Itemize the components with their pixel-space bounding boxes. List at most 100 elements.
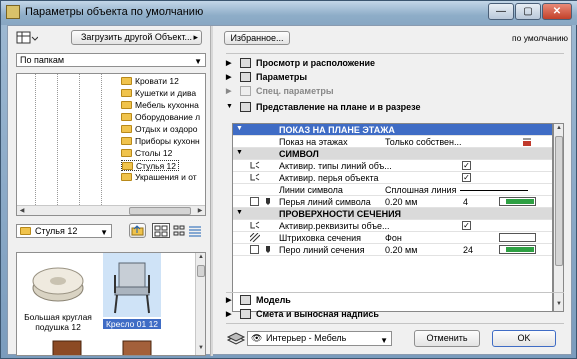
dialog-body: Загрузить другой Объект... ▸ По папкам ▼… <box>7 25 572 356</box>
row-value[interactable]: Фон <box>385 233 402 243</box>
row-checkbox[interactable] <box>250 197 259 206</box>
link-icon <box>250 173 260 182</box>
tree-item[interactable]: Приборы кухонн <box>121 136 200 147</box>
scroll-thumb[interactable] <box>129 207 191 215</box>
current-folder-select[interactable]: Стулья 12 ▼ <box>16 224 112 238</box>
chair-thumbnail[interactable] <box>47 339 87 355</box>
object-caption-selected[interactable]: Кресло 01 12 <box>103 319 161 329</box>
pen-icon <box>263 197 273 206</box>
armchair-thumbnail[interactable] <box>103 253 161 317</box>
grid-row[interactable]: Перо линий сечения 0.20 мм 24 <box>233 244 552 256</box>
grid-row[interactable]: Штриховка сечения Фон <box>233 232 552 244</box>
list-view-icon <box>189 226 201 237</box>
pen-color-swatch[interactable] <box>499 197 536 206</box>
load-other-object-button[interactable]: Загрузить другой Объект... ▸ <box>71 30 202 45</box>
object-pens-checkbox[interactable]: ✓ <box>462 173 471 182</box>
grid-row[interactable]: Перья линий символа 0.20 мм 4 <box>233 196 552 208</box>
section-label: Параметры <box>256 72 308 82</box>
settings-grid: ▼ ПОКАЗ НА ПЛАНЕ ЭТАЖА Показ на этажах Т… <box>232 123 553 312</box>
favorites-button[interactable]: Избранное... <box>224 31 290 45</box>
section-plan-section[interactable]: ▼ Представление на плане и в разрезе <box>226 102 564 114</box>
grid-header-floor-plan[interactable]: ▼ ПОКАЗ НА ПЛАНЕ ЭТАЖА <box>233 124 552 136</box>
folder-icon <box>121 149 132 157</box>
pen-number[interactable]: 24 <box>463 245 473 255</box>
grid-group-symbol[interactable]: ▼ СИМВОЛ <box>233 148 552 160</box>
scroll-up-icon[interactable]: ▲ <box>196 254 205 260</box>
tree-item-label: Кушетки и дива <box>135 88 197 98</box>
tree-item[interactable]: Кровати 12 <box>121 76 179 87</box>
scroll-left-icon[interactable]: ◀ <box>17 207 27 214</box>
cancel-button[interactable]: Отменить <box>414 330 480 347</box>
chair-thumbnail[interactable] <box>117 339 157 355</box>
library-view-icon[interactable] <box>16 31 39 45</box>
list-view-button[interactable] <box>188 225 202 237</box>
scroll-up-icon[interactable]: ▲ <box>554 125 564 131</box>
layer-select[interactable]: 👁 Интерьер - Мебель ▼ <box>247 331 392 346</box>
section-label: Представление на плане и в разрезе <box>256 102 421 112</box>
window-title: Параметры объекта по умолчанию <box>25 6 204 18</box>
scroll-thumb[interactable] <box>197 265 205 277</box>
tree-item[interactable]: Кушетки и дива <box>121 88 196 99</box>
section-model[interactable]: ▶ Модель <box>226 295 564 307</box>
pen-color-fill <box>506 247 534 252</box>
grid-row[interactable]: Активир.реквизиты объе... ✓ <box>233 220 552 232</box>
object-attributes-checkbox[interactable]: ✓ <box>462 221 471 230</box>
folder-icon <box>20 227 31 235</box>
row-value[interactable]: Только собствен... <box>385 137 462 147</box>
preview-scrollbar[interactable]: ▲ ▼ <box>195 253 205 355</box>
plan-section-icon <box>240 102 251 112</box>
tree-item[interactable]: Мебель кухонна <box>121 100 199 111</box>
scroll-down-icon[interactable]: ▼ <box>196 345 205 351</box>
layer-icon <box>226 332 246 346</box>
folder-mode-value: По папкам <box>20 55 65 65</box>
object-preview-list: Большая круглая подушка 12 Кресло 01 12 … <box>16 252 206 356</box>
title-bar[interactable]: Параметры объекта по умолчанию — ▢ ✕ <box>1 1 577 25</box>
maximize-button[interactable]: ▢ <box>515 3 541 20</box>
section-listing-label[interactable]: ▶ Смета и выносная надпись <box>226 309 564 321</box>
grid-row[interactable]: Активир. типы линий объ... ✓ <box>233 160 552 172</box>
grid-row[interactable]: Показ на этажах Только собствен... <box>233 136 552 148</box>
section-parameters[interactable]: ▶ Параметры <box>226 72 564 84</box>
row-label: Показ на этажах <box>279 137 348 147</box>
story-icon[interactable] <box>522 138 532 147</box>
special-parameters-icon <box>240 86 251 96</box>
row-value[interactable]: Сплошная линия <box>385 185 456 195</box>
tree-horizontal-scrollbar[interactable]: ◀ ▶ <box>17 205 205 215</box>
folder-up-button[interactable] <box>129 223 146 238</box>
section-view-placement[interactable]: ▶ Просмотр и расположение <box>226 58 564 70</box>
pane-divider[interactable] <box>210 26 213 356</box>
tree-item-selected[interactable]: Стулья 12 <box>121 160 179 171</box>
row-label: Перья линий символа <box>279 197 371 207</box>
tree-item[interactable]: Украшения и от <box>121 172 197 183</box>
folder-icon <box>121 113 132 121</box>
preview-view-button[interactable] <box>152 223 170 238</box>
grid-row[interactable]: Активир. перья объекта ✓ <box>233 172 552 184</box>
thumbnail-view-icon <box>154 225 168 237</box>
line-types-checkbox[interactable]: ✓ <box>462 161 471 170</box>
tree-item[interactable]: Отдых и оздоро <box>121 124 198 135</box>
tree-guide <box>57 74 58 215</box>
pen-number[interactable]: 4 <box>463 197 468 207</box>
fill-swatch[interactable] <box>499 233 536 242</box>
small-icons-view-button[interactable] <box>173 225 185 237</box>
round-cushion-thumbnail[interactable] <box>31 261 85 305</box>
scroll-right-icon[interactable]: ▶ <box>195 207 205 214</box>
folder-icon <box>121 101 132 109</box>
tree-item[interactable]: Оборудование л <box>121 112 200 123</box>
tree-item-label: Кровати 12 <box>135 76 179 86</box>
grid-scrollbar[interactable]: ▲ ▼ <box>553 123 564 312</box>
minimize-button[interactable]: — <box>488 3 514 20</box>
grid-row[interactable]: Линии символа Сплошная линия <box>233 184 552 196</box>
object-caption: Большая круглая подушка 12 <box>24 312 92 332</box>
row-checkbox[interactable] <box>250 245 259 254</box>
ok-button[interactable]: OK <box>492 330 556 347</box>
pen-color-swatch[interactable] <box>499 245 536 254</box>
default-label: по умолчанию <box>512 33 568 43</box>
scroll-thumb[interactable] <box>555 136 563 266</box>
layer-value: Интерьер - Мебель <box>266 333 347 343</box>
row-value: 0.20 мм <box>385 245 418 255</box>
folder-mode-select[interactable]: По папкам ▼ <box>16 53 206 67</box>
close-button[interactable]: ✕ <box>542 3 572 20</box>
tree-item[interactable]: Столы 12 <box>121 148 172 159</box>
grid-group-cut-surfaces[interactable]: ▼ ПРОВЕРХНОСТИ СЕЧЕНИЯ <box>233 208 552 220</box>
